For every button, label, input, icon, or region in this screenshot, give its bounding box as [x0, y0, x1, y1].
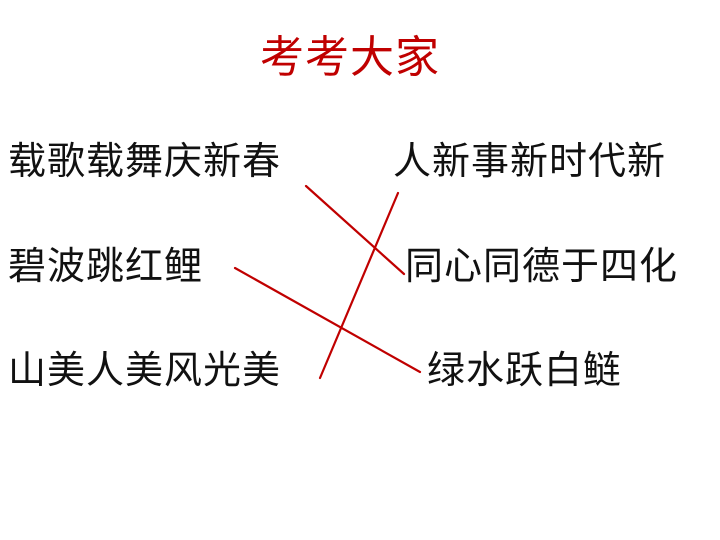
left-phrase: 山美人美风光美: [8, 348, 282, 392]
left-phrase: 载歌载舞庆新春: [8, 139, 282, 183]
match-line-3: [318, 191, 400, 380]
right-phrase: 绿水跃白鲢: [427, 348, 623, 392]
right-phrase: 人新事新时代新: [393, 139, 667, 183]
match-line-1: [304, 184, 406, 276]
left-phrase: 碧波跳红鲤: [8, 244, 204, 288]
page-title: 考考大家: [260, 32, 440, 83]
slide: 考考大家 载歌载舞庆新春 碧波跳红鲤 山美人美风光美 人新事新时代新 同心同德于…: [0, 0, 720, 540]
right-phrase: 同心同德于四化: [405, 244, 679, 288]
